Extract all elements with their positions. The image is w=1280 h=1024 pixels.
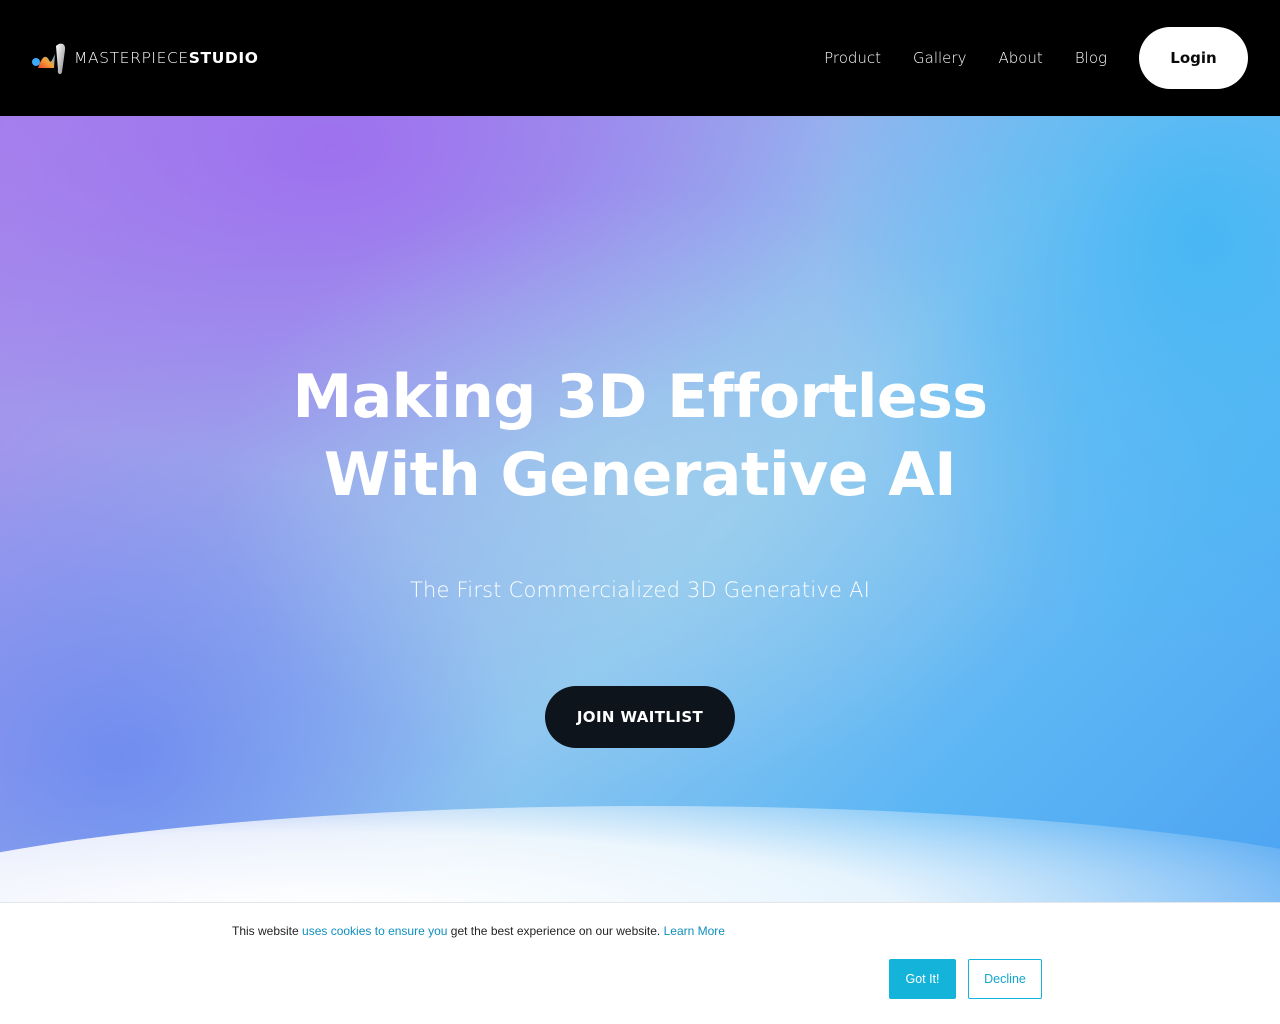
cookie-text-after: get the best experience on our website. — [447, 924, 664, 938]
logo-text-bold: STUDIO — [188, 49, 259, 67]
masterpiece-studio-logo-icon — [32, 43, 66, 75]
accept-cookies-button[interactable]: Got It! — [889, 959, 956, 999]
cookie-banner: This website uses cookies to ensure you … — [0, 902, 1280, 1024]
hero-bottom-fade — [0, 806, 1280, 902]
cookie-message: This website uses cookies to ensure you … — [232, 924, 725, 938]
learn-more-link[interactable]: Learn More — [664, 924, 725, 938]
decline-cookies-button[interactable]: Decline — [968, 959, 1042, 999]
nav-about[interactable]: About — [998, 49, 1042, 67]
main-nav: Product Gallery About Blog — [824, 0, 1107, 116]
nav-gallery[interactable]: Gallery — [913, 49, 966, 67]
hero-section: Making 3D Effortless With Generative AI … — [0, 116, 1280, 902]
cookie-policy-link[interactable]: uses cookies to ensure you — [302, 924, 447, 938]
hero-title-line-2: With Generative AI — [323, 440, 957, 510]
hero-subtitle: The First Commercialized 3D Generative A… — [410, 578, 870, 602]
join-waitlist-button[interactable]: JOIN WAITLIST — [545, 686, 735, 748]
hero-title: Making 3D Effortless With Generative AI — [0, 358, 1280, 514]
logo-text-light: MASTERPIECE — [74, 49, 189, 67]
hero-title-line-1: Making 3D Effortless — [292, 362, 988, 432]
login-button[interactable]: Login — [1139, 27, 1248, 89]
site-header: MASTERPIECESTUDIO Product Gallery About … — [0, 0, 1280, 116]
nav-product[interactable]: Product — [824, 49, 881, 67]
logo-link[interactable]: MASTERPIECESTUDIO — [30, 38, 259, 78]
logo-text: MASTERPIECESTUDIO — [74, 38, 259, 78]
cookie-text-before: This website — [232, 924, 303, 938]
nav-blog[interactable]: Blog — [1075, 49, 1107, 67]
